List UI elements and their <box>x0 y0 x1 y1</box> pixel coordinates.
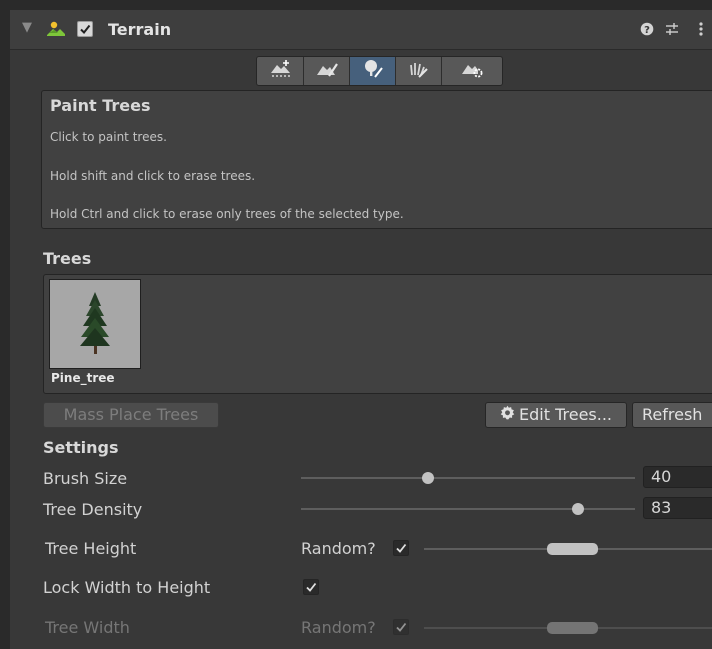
foldout-arrow-icon[interactable]: ▼ <box>22 20 32 35</box>
edit-trees-button[interactable]: Edit Trees... <box>485 402 627 428</box>
svg-text:?: ? <box>644 25 650 36</box>
component-title: Terrain <box>108 20 172 39</box>
brush-size-slider-track[interactable] <box>301 477 635 479</box>
tree-width-range-handle <box>547 622 598 634</box>
panel-left-border <box>0 0 10 649</box>
paint-terrain-icon <box>315 59 339 83</box>
paint-details-tool-button[interactable] <box>396 57 442 85</box>
pine-tree-thumbnail <box>50 292 140 372</box>
raise-terrain-tool-button[interactable] <box>258 57 304 85</box>
brush-size-label: Brush Size <box>43 469 128 488</box>
help-line: Hold shift and click to erase trees. <box>50 169 256 183</box>
help-line: Click to paint trees. <box>50 130 167 144</box>
terrain-settings-icon <box>460 59 484 83</box>
edit-trees-label: Edit Trees... <box>519 405 612 424</box>
tree-height-random-label: Random? <box>301 539 376 558</box>
paint-trees-tool-button[interactable] <box>350 57 396 85</box>
tree-width-random-label: Random? <box>301 618 376 637</box>
trees-heading: Trees <box>43 249 92 268</box>
brush-size-slider-handle[interactable] <box>421 472 434 484</box>
lock-width-label: Lock Width to Height <box>43 578 211 597</box>
tree-density-field[interactable]: 83 <box>643 497 712 519</box>
lock-width-checkbox[interactable] <box>303 579 319 595</box>
tree-width-random-checkbox <box>393 619 409 635</box>
terrain-icon <box>46 20 66 38</box>
tree-density-label: Tree Density <box>43 500 143 519</box>
tree-height-random-checkbox[interactable] <box>393 540 409 556</box>
raise-terrain-icon <box>269 59 293 83</box>
help-title: Paint Trees <box>50 96 151 115</box>
help-line: Hold Ctrl and click to erase only trees … <box>50 207 404 221</box>
tree-width-label: Tree Width <box>45 618 130 637</box>
tree-density-slider-track[interactable] <box>301 508 635 510</box>
paint-trees-icon <box>361 59 385 83</box>
paint-terrain-tool-button[interactable] <box>304 57 350 85</box>
tree-prototype-item[interactable] <box>49 279 141 369</box>
mass-place-trees-button[interactable]: Mass Place Trees <box>43 402 219 428</box>
panel-top-border <box>0 0 712 10</box>
refresh-button[interactable]: Refresh <box>632 402 712 428</box>
tree-height-label: Tree Height <box>45 539 137 558</box>
more-icon[interactable] <box>690 18 712 40</box>
tree-prototype-list <box>43 274 712 394</box>
paint-details-icon <box>407 59 431 83</box>
tree-prototype-label: Pine_tree <box>51 371 115 385</box>
terrain-settings-tool-button[interactable] <box>442 57 502 85</box>
brush-size-field[interactable]: 40 <box>643 466 712 488</box>
gear-icon <box>500 403 515 427</box>
preset-icon[interactable] <box>661 18 683 40</box>
settings-heading: Settings <box>43 438 119 457</box>
component-enabled-checkbox[interactable] <box>77 21 93 37</box>
tree-height-range-handle[interactable] <box>547 543 598 555</box>
help-icon[interactable]: ? <box>636 18 658 40</box>
